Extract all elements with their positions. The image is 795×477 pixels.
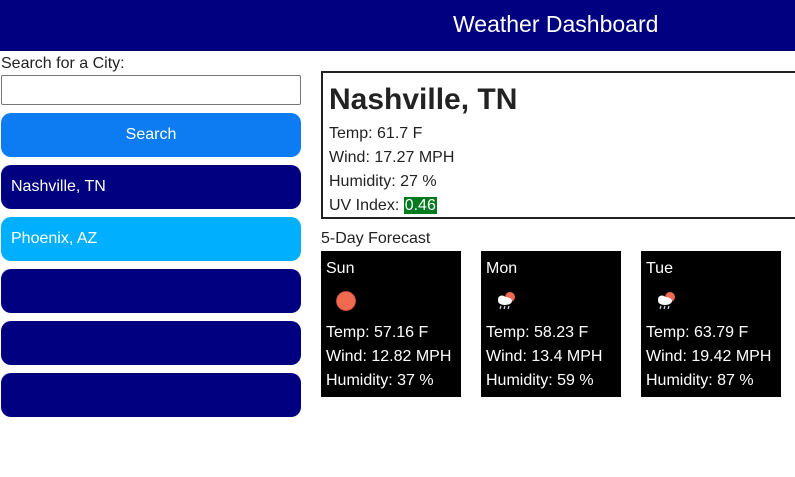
clear-sun-icon (336, 291, 356, 311)
forecast-card: Mon Temp: 58.23 F Wind: 13.4 MPH Humidit… (481, 251, 621, 397)
forecast-day: Mon (486, 260, 518, 277)
forecast-wind: Wind: 13.4 MPH (486, 348, 603, 365)
forecast-humidity: Humidity: 59 % (486, 372, 594, 389)
history-button-empty[interactable] (1, 373, 301, 417)
page-title: Weather Dashboard (453, 11, 659, 37)
forecast-card: Sun Temp: 57.16 F Wind: 12.82 MPH Humidi… (321, 251, 461, 397)
forecast-humidity: Humidity: 37 % (326, 372, 434, 389)
forecast-temp: Temp: 58.23 F (486, 324, 589, 341)
current-wind: Wind: 17.27 MPH (329, 149, 455, 166)
history-button-empty[interactable] (1, 321, 301, 365)
forecast-heading: 5-Day Forecast (321, 230, 431, 247)
forecast-wind: Wind: 12.82 MPH (326, 348, 452, 365)
current-city-name: Nashville, TN (329, 83, 518, 116)
uv-label: UV Index: (329, 197, 404, 214)
forecast-day: Sun (326, 260, 355, 277)
current-weather-panel: Nashville, TN Temp: 61.7 F Wind: 17.27 M… (321, 71, 795, 219)
sun-rain-cloud-icon (498, 292, 515, 310)
search-button[interactable]: Search (1, 113, 301, 157)
app-header: Weather Dashboard (0, 0, 795, 51)
search-label: Search for a City: (1, 55, 125, 72)
city-search-input[interactable] (1, 75, 301, 105)
forecast-temp: Temp: 57.16 F (326, 324, 429, 341)
history-button-nashville[interactable]: Nashville, TN (1, 165, 301, 209)
forecast-temp: Temp: 63.79 F (646, 324, 749, 341)
sun-rain-cloud-icon (658, 292, 675, 310)
forecast-wind: Wind: 19.42 MPH (646, 348, 772, 365)
history-button-empty[interactable] (1, 269, 301, 313)
current-uv-index: UV Index: 0.46 (329, 196, 437, 216)
current-temp: Temp: 61.7 F (329, 125, 423, 142)
forecast-day: Tue (646, 260, 673, 277)
uv-badge: 0.46 (403, 197, 437, 214)
forecast-card: Tue Temp: 63.79 F Wind: 19.42 MPH Humidi… (641, 251, 781, 397)
forecast-humidity: Humidity: 87 % (646, 372, 754, 389)
current-humidity: Humidity: 27 % (329, 173, 437, 190)
history-button-phoenix[interactable]: Phoenix, AZ (1, 217, 301, 261)
